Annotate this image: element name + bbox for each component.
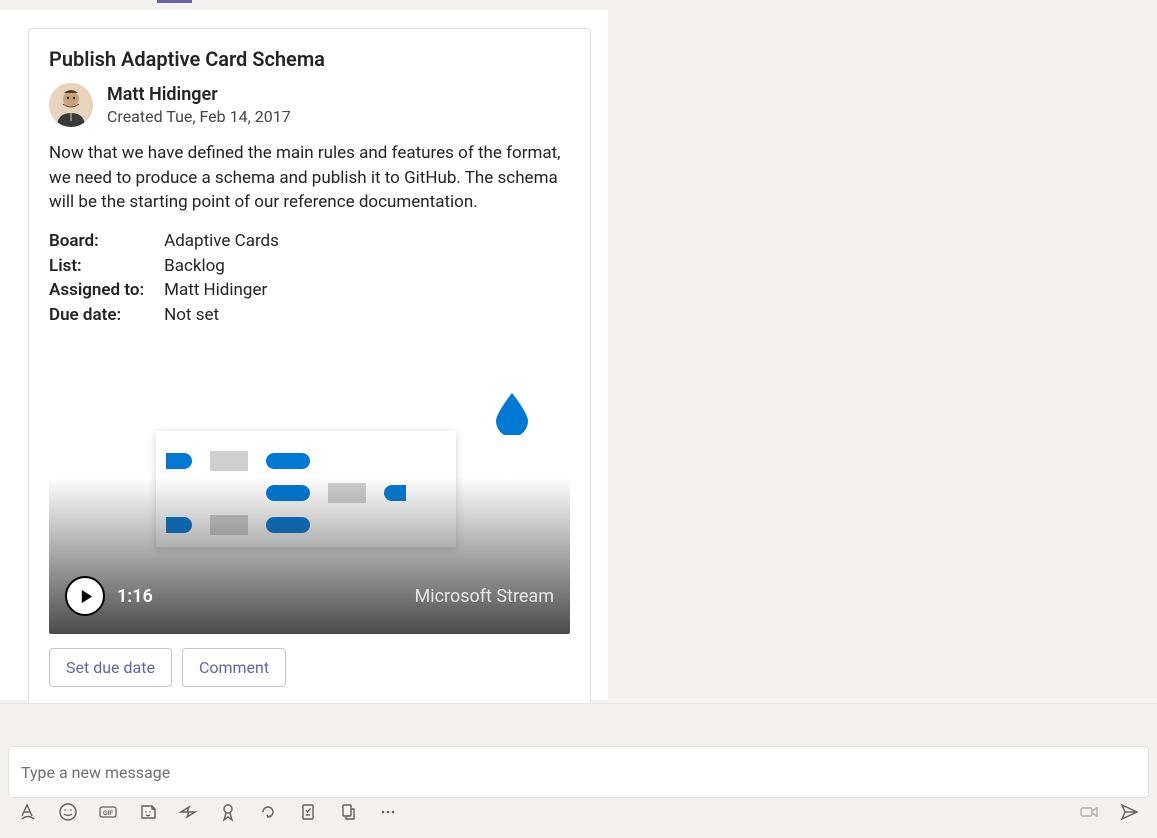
top-tabs-strip — [0, 0, 1157, 10]
video-source: Microsoft Stream — [415, 586, 555, 607]
avatar — [49, 83, 93, 127]
card-body: Now that we have defined the main rules … — [49, 141, 570, 215]
card-actions: Set due date Comment — [49, 648, 570, 687]
loop-icon[interactable] — [248, 796, 288, 828]
fact-label-due: Due date: — [49, 303, 164, 328]
fact-value-due: Not set — [164, 303, 279, 328]
card-creator-row: Matt Hidinger Created Tue, Feb 14, 2017 — [49, 83, 570, 127]
active-tab-indicator — [157, 0, 192, 3]
format-icon[interactable] — [8, 796, 48, 828]
fact-label-list: List: — [49, 254, 164, 279]
svg-text:GIF: GIF — [103, 811, 113, 817]
set-due-date-button[interactable]: Set due date — [49, 648, 172, 687]
more-icon[interactable] — [368, 796, 408, 828]
gif-icon[interactable]: GIF — [88, 796, 128, 828]
fact-value-board: Adaptive Cards — [164, 229, 279, 254]
video-duration: 1:16 — [117, 586, 153, 607]
copy-icon[interactable] — [328, 796, 368, 828]
buzz-icon[interactable] — [168, 796, 208, 828]
card-facts: Board: Adaptive Cards List: Backlog Assi… — [49, 229, 279, 328]
adaptive-card: Publish Adaptive Card Schema Matt Hiding… — [28, 28, 591, 706]
play-button[interactable] — [65, 576, 105, 616]
fact-value-assigned: Matt Hidinger — [164, 278, 279, 303]
fact-value-list: Backlog — [164, 254, 279, 279]
fact-label-board: Board: — [49, 229, 164, 254]
content-area: Publish Adaptive Card Schema Matt Hiding… — [0, 10, 1157, 700]
video-clip-icon[interactable] — [1069, 796, 1109, 828]
video-preview[interactable]: 1:16 Microsoft Stream — [49, 341, 570, 634]
creator-name: Matt Hidinger — [107, 84, 291, 106]
compose-toolbar: GIF — [8, 796, 1149, 828]
sticker-icon[interactable] — [128, 796, 168, 828]
message-input-row — [8, 746, 1149, 798]
praise-icon[interactable] — [208, 796, 248, 828]
card-title: Publish Adaptive Card Schema — [49, 47, 570, 71]
send-button[interactable] — [1109, 796, 1149, 828]
video-playbar: 1:16 Microsoft Stream — [65, 576, 554, 616]
compose-area: GIF — [0, 703, 1157, 838]
emoji-icon[interactable] — [48, 796, 88, 828]
droplet-icon — [490, 391, 534, 435]
approvals-icon[interactable] — [288, 796, 328, 828]
message-input[interactable] — [21, 763, 1136, 782]
fact-label-assigned: Assigned to: — [49, 278, 164, 303]
creator-subtitle: Created Tue, Feb 14, 2017 — [107, 107, 291, 126]
comment-button[interactable]: Comment — [182, 648, 286, 687]
